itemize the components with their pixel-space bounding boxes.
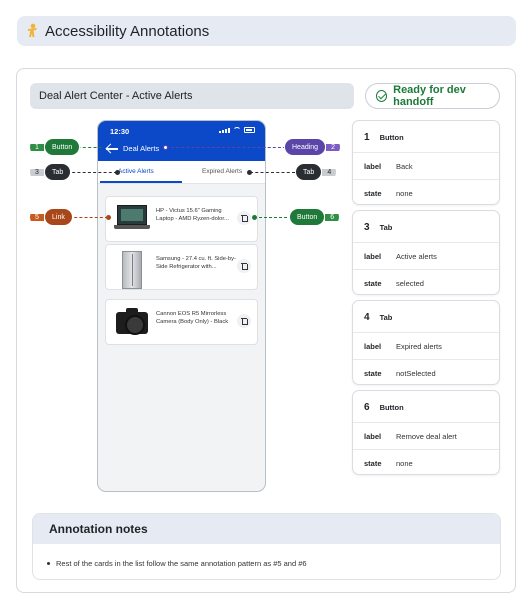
status-badge-label: Ready for dev handoff (393, 84, 466, 108)
callout-label: Link (44, 208, 73, 226)
deal-card-title[interactable]: Cannon EOS R5 Mirrorless Camera (Body On… (156, 310, 236, 326)
annotation-type: Button (379, 403, 404, 412)
annotation-notes: Annotation notes Rest of the cards in th… (32, 513, 501, 580)
leader-line-6 (254, 217, 292, 218)
callout-4: 4 Tab (295, 163, 337, 181)
annotation-key: state (364, 458, 382, 468)
phone-mockup: 12:30 Deal Alerts Active Alerts Expired … (97, 120, 266, 492)
leader-dot-6 (252, 215, 257, 220)
callout-number: 1 (30, 143, 44, 151)
annotation-card-6: 6 Button label Remove deal alert state none (352, 390, 500, 475)
annotation-value: selected (396, 278, 424, 288)
annotation-key: label (364, 431, 382, 441)
annotation-card-3: 3 Tab label Active alerts state selected (352, 210, 500, 295)
leader-dot-2 (163, 145, 168, 150)
tab-expired-alerts[interactable]: Expired Alerts (202, 168, 242, 175)
page-title: Accessibility Annotations (45, 22, 210, 40)
camera-image (114, 306, 150, 338)
wifi-icon (233, 127, 241, 133)
annotation-value: none (396, 458, 413, 468)
status-bar-time: 12:30 (110, 127, 130, 136)
callout-2: 2 Heading (284, 138, 341, 156)
callout-label: Button (289, 208, 326, 226)
nav-title: Deal Alerts (123, 144, 160, 153)
status-bar-icons (219, 127, 255, 133)
annotation-type: Tab (379, 223, 393, 232)
leader-dot-5 (106, 215, 111, 220)
annotation-key: state (364, 368, 382, 378)
status-badge: Ready for dev handoff (365, 83, 500, 109)
leader-line-4 (250, 172, 295, 173)
leader-line-2 (166, 147, 286, 148)
annotation-type: Button (379, 133, 404, 142)
notes-item-text: Rest of the cards in the list follow the… (56, 559, 307, 568)
notes-item: Rest of the cards in the list follow the… (47, 559, 307, 568)
back-arrow-icon[interactable] (106, 144, 120, 154)
app-header: 12:30 Deal Alerts (98, 121, 265, 161)
check-circle-icon (376, 90, 388, 102)
tab-bar: Active Alerts Expired Alerts (98, 161, 265, 184)
annotation-number: 4 (364, 312, 370, 323)
annotation-key: label (364, 251, 382, 261)
leader-line-3 (67, 172, 117, 173)
deal-card[interactable]: HP - Victus 15.6" Gaming Laptop - AMD Ry… (105, 196, 258, 242)
trash-icon[interactable] (237, 314, 251, 328)
tab-selected-indicator (100, 181, 182, 183)
deal-card-title[interactable]: Samsung - 27.4 cu. ft. Side-by-Side Refr… (156, 255, 236, 271)
annotation-value: Remove deal alert (396, 431, 457, 441)
notes-title: Annotation notes (33, 514, 500, 544)
annotation-value: Active alerts (396, 251, 437, 261)
annotation-key: label (364, 341, 382, 351)
trash-icon[interactable] (237, 211, 251, 225)
callout-3: 3 Tab (30, 163, 72, 181)
annotation-key: label (364, 161, 382, 171)
page-header: Accessibility Annotations (17, 16, 516, 46)
annotation-value: Back (396, 161, 413, 171)
annotation-type: Tab (379, 313, 393, 322)
deal-card[interactable]: Cannon EOS R5 Mirrorless Camera (Body On… (105, 299, 258, 345)
leader-dot-4 (247, 170, 252, 175)
refrigerator-image (114, 251, 150, 289)
callout-number: 6 (325, 213, 340, 221)
screen-title: Deal Alert Center - Active Alerts (30, 83, 354, 109)
annotation-value: notSelected (396, 368, 436, 378)
annotation-key: state (364, 188, 382, 198)
deal-card-title[interactable]: HP - Victus 15.6" Gaming Laptop - AMD Ry… (156, 207, 236, 223)
callout-number: 5 (30, 213, 44, 221)
callout-label: Heading (284, 138, 327, 156)
deal-card[interactable]: Samsung - 27.4 cu. ft. Side-by-Side Refr… (105, 244, 258, 290)
annotation-number: 6 (364, 402, 370, 413)
bullet-icon (47, 562, 50, 565)
annotation-value: none (396, 188, 413, 198)
callout-6: 6 Button (289, 208, 340, 226)
laptop-image (114, 203, 150, 235)
tab-active-alerts[interactable]: Active Alerts (118, 168, 154, 175)
callout-number: 3 (30, 168, 44, 176)
accessibility-emoji-icon (25, 23, 39, 39)
callout-label: Button (44, 138, 81, 156)
leader-dot-3 (115, 170, 120, 175)
annotation-card-1: 1 Button label Back state none (352, 120, 500, 205)
annotation-value: Expired alerts (396, 341, 442, 351)
callout-number: 2 (326, 143, 341, 151)
annotation-number: 3 (364, 222, 370, 233)
battery-icon (244, 127, 255, 133)
annotation-card-4: 4 Tab label Expired alerts state notSelecte… (352, 300, 500, 385)
trash-icon[interactable] (237, 259, 251, 273)
callout-number: 4 (322, 168, 337, 176)
callout-label: Tab (295, 163, 323, 181)
signal-icon (219, 128, 230, 133)
annotation-number: 1 (364, 132, 370, 143)
callout-1: 1 Button (30, 138, 81, 156)
callout-label: Tab (44, 163, 72, 181)
annotation-key: state (364, 278, 382, 288)
callout-5: 5 Link (30, 208, 73, 226)
